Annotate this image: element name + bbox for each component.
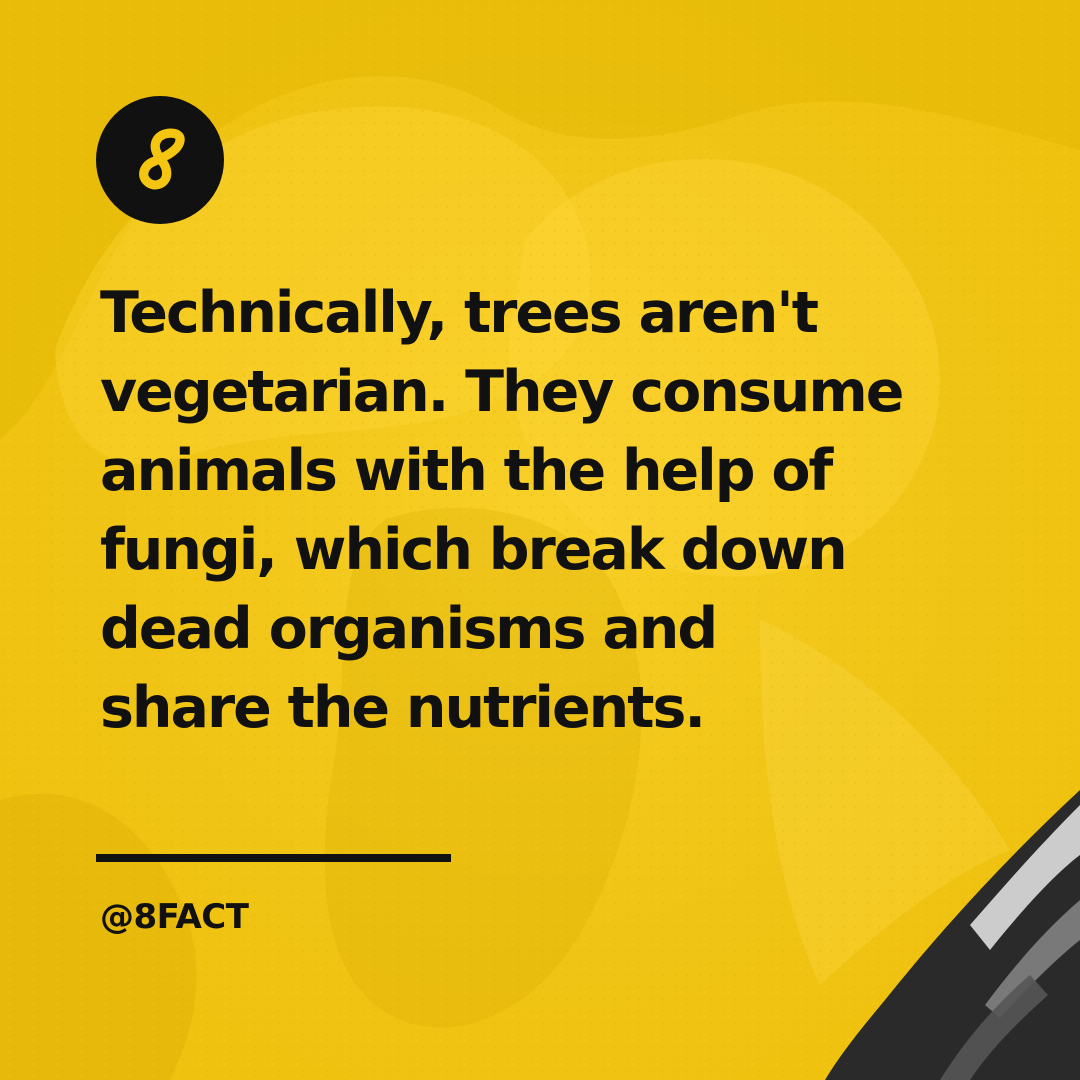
- fact-text: Technically, trees aren't vegetarian. Th…: [100, 280, 904, 741]
- divider-line: [96, 854, 451, 862]
- fact-card: Technically, trees aren't vegetarian. Th…: [0, 0, 1080, 1080]
- brand-logo: [96, 96, 224, 224]
- infinity-8-icon: [139, 128, 185, 190]
- account-handle: @8FACT: [100, 897, 249, 937]
